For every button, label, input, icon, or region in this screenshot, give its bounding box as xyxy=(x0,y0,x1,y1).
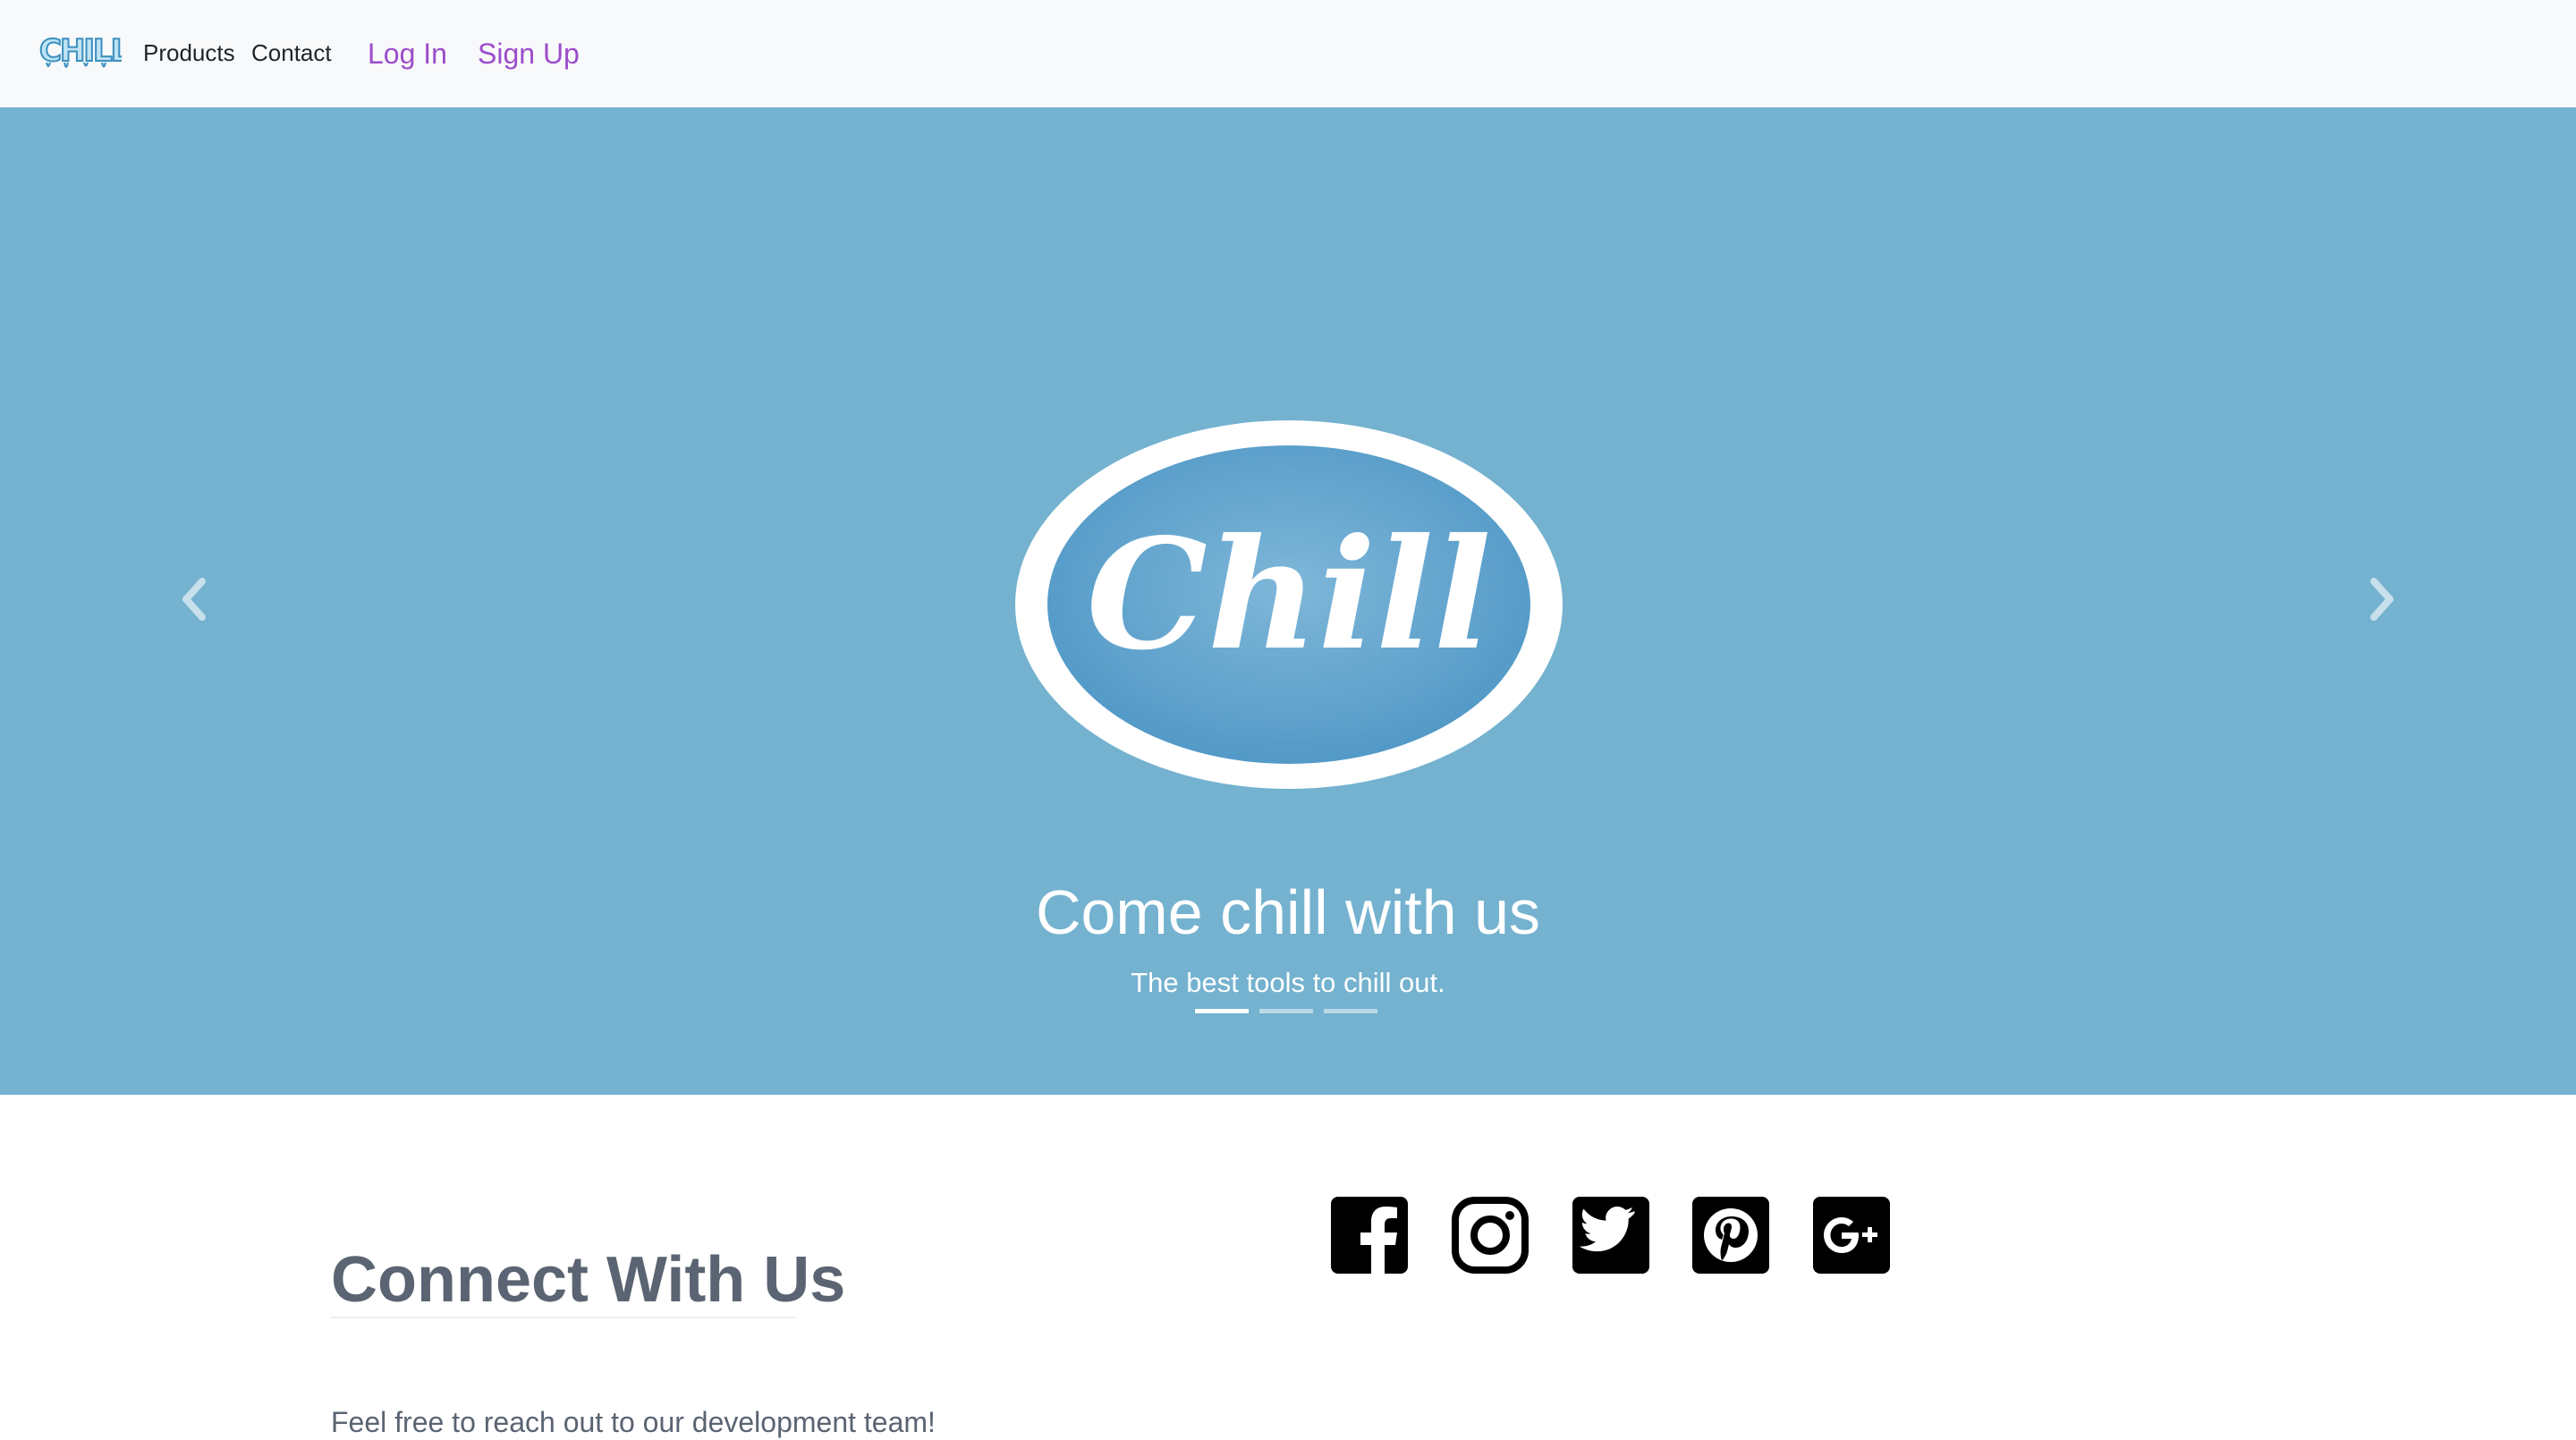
google-plus-link[interactable] xyxy=(1813,1197,1890,1274)
facebook-icon xyxy=(1331,1197,1408,1274)
signup-link[interactable]: Sign Up xyxy=(478,36,580,72)
chevron-right-icon xyxy=(2370,578,2394,621)
svg-text:Chill: Chill xyxy=(1087,505,1492,684)
instagram-link[interactable] xyxy=(1452,1197,1529,1274)
pinterest-link[interactable] xyxy=(1692,1197,1769,1274)
nav-contact-link[interactable]: Contact xyxy=(251,38,332,68)
carousel-prev-button[interactable] xyxy=(175,572,211,626)
carousel-indicators xyxy=(1195,1009,1383,1014)
carousel-next-button[interactable] xyxy=(2365,572,2401,626)
twitter-link[interactable] xyxy=(1572,1197,1649,1274)
carousel-indicator-2[interactable] xyxy=(1259,1009,1313,1013)
facebook-link[interactable] xyxy=(1331,1197,1408,1274)
twitter-icon xyxy=(1572,1197,1649,1274)
brand-logo[interactable]: CHILL xyxy=(38,27,122,73)
instagram-icon xyxy=(1452,1197,1529,1274)
chevron-left-icon xyxy=(182,578,206,621)
chill-logo-image: Chill xyxy=(1007,413,1571,903)
carousel-indicator-1[interactable] xyxy=(1195,1009,1249,1013)
chill-brand-logo-icon: CHILL xyxy=(38,32,122,70)
nav-products-link[interactable]: Products xyxy=(143,38,235,68)
divider xyxy=(331,1317,796,1318)
login-link[interactable]: Log In xyxy=(368,36,447,72)
carousel-indicator-3[interactable] xyxy=(1324,1009,1377,1013)
connect-text: Feel free to reach out to our developmen… xyxy=(331,1406,936,1438)
pinterest-icon xyxy=(1692,1197,1769,1274)
google-plus-icon xyxy=(1813,1197,1890,1274)
carousel-caption-text: The best tools to chill out. xyxy=(1131,967,1445,998)
hero-carousel: Chill Come chill with us The best tools … xyxy=(0,107,2576,1095)
svg-text:CHILL: CHILL xyxy=(39,33,122,69)
navbar: CHILL Products Contact Log In Sign Up xyxy=(0,0,2576,107)
carousel-caption-title: Come chill with us xyxy=(1035,877,1541,948)
connect-heading: Connect With Us xyxy=(331,1243,846,1316)
